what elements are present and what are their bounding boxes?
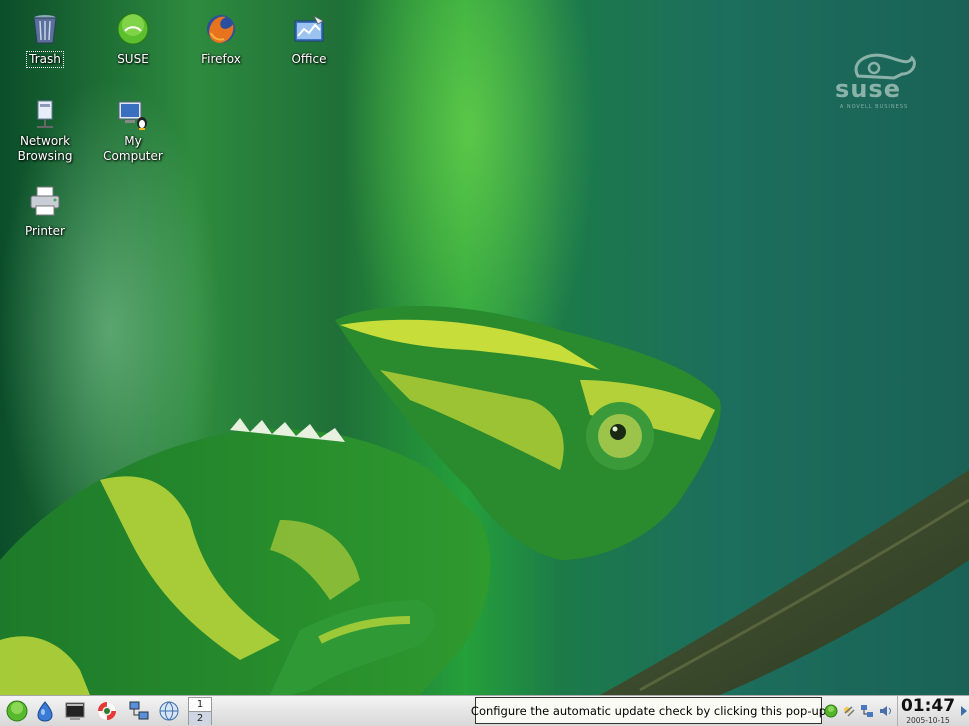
browser-icon (159, 701, 179, 721)
network-launcher-button[interactable] (126, 699, 152, 723)
clock-time: 01:47 (900, 696, 956, 716)
pager-desktop-1[interactable]: 1 (189, 698, 211, 711)
kmenu-button[interactable] (4, 699, 30, 723)
desktop-icon-firefox[interactable]: Firefox (184, 12, 258, 67)
clock-date: 2005-10-15 (906, 716, 950, 725)
firefox-label: Firefox (201, 52, 241, 66)
update-tooltip[interactable]: Configure the automatic update check by … (471, 697, 826, 724)
suse-icon (117, 13, 149, 45)
terminal-launcher-button[interactable] (62, 699, 88, 723)
browser-launcher-button[interactable] (156, 699, 182, 723)
trash-label: Trash (26, 51, 64, 68)
network-icon (129, 701, 149, 720)
clock[interactable]: 01:47 2005-10-15 (897, 695, 958, 726)
kmenu-icon (6, 700, 28, 722)
panel-hide-arrow[interactable] (958, 697, 969, 724)
printer-label: Printer (25, 224, 65, 238)
desktop-pager[interactable]: 1 2 (188, 697, 212, 725)
help-lifebuoy-icon (98, 702, 116, 720)
desktop-icon-my-computer[interactable]: My Computer (96, 98, 170, 164)
trash-icon (33, 15, 57, 44)
volume-icon[interactable] (878, 704, 892, 718)
my-computer-label: My Computer (103, 134, 163, 163)
printer-icon (30, 186, 60, 216)
office-icon (294, 15, 324, 42)
computer-icon (118, 101, 147, 130)
network-icon (37, 100, 53, 128)
suse-watermark-subtext: A NOVELL BUSINESS (839, 104, 909, 110)
network-browsing-label: Network Browsing (17, 134, 73, 163)
desktop-icon-office[interactable]: Office (272, 12, 346, 67)
chevron-right-icon (960, 705, 967, 716)
office-label: Office (291, 52, 327, 66)
help-launcher-button[interactable] (94, 699, 120, 723)
desktop-icon-suse[interactable]: SUSE (96, 12, 170, 67)
suse-watermark-text: suse (835, 75, 901, 103)
pager-desktop-2[interactable]: 2 (189, 711, 211, 725)
desktop[interactable]: Trash SUSE Firefox Office Network Browsi… (0, 0, 969, 695)
terminal-icon (65, 702, 85, 720)
desktop-icon-network-browsing[interactable]: Network Browsing (8, 98, 82, 164)
suse-label: SUSE (117, 52, 149, 66)
update-icon[interactable] (824, 704, 838, 718)
firefox-icon (207, 15, 235, 43)
kopete-icon[interactable] (842, 704, 856, 718)
system-tray (822, 697, 894, 724)
desktop-icon-printer[interactable]: Printer (8, 184, 82, 239)
desktop-icon-trash[interactable]: Trash (8, 12, 82, 68)
suse-drop-icon (37, 701, 53, 722)
network-tray-icon[interactable] (860, 704, 874, 718)
suse-launcher-button[interactable] (32, 699, 58, 723)
